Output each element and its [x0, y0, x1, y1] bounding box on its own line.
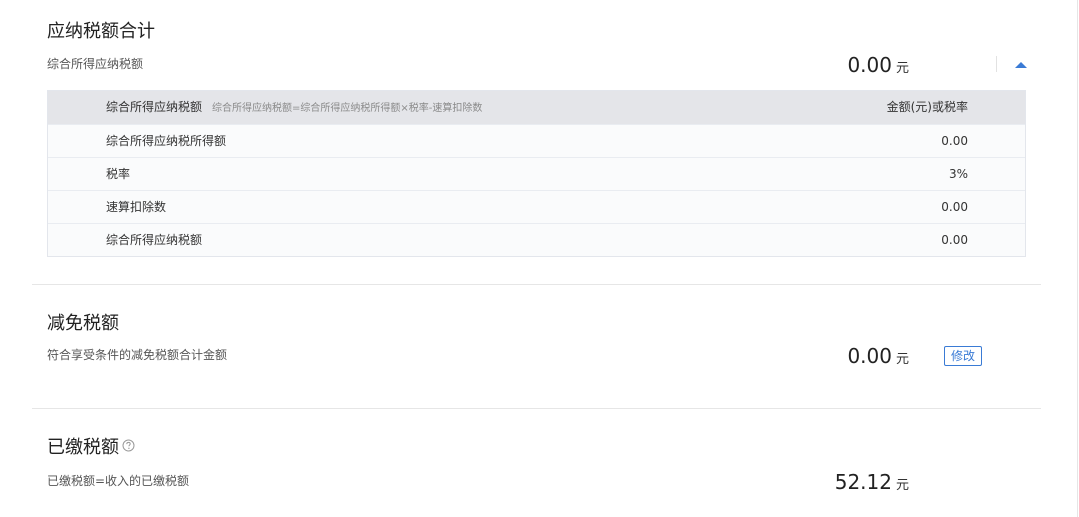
edit-reduction-button[interactable]: 修改: [944, 346, 982, 366]
breakdown-header-value: 金额(元)或税率: [886, 100, 968, 114]
table-row: 综合所得应纳税额 0.00: [48, 223, 1025, 256]
breakdown-row-name: 综合所得应纳税额: [106, 233, 203, 247]
paid-amount: 52.12 元: [835, 470, 909, 494]
table-row: 税率 3%: [48, 157, 1025, 190]
payable-amount: 0.00 元: [847, 53, 909, 77]
payable-amount-value: 0.00: [847, 53, 892, 77]
caret-up-icon: [1015, 62, 1027, 68]
breakdown-row-name: 税率: [106, 167, 131, 181]
amount-separator: [996, 56, 997, 72]
reduction-amount: 0.00 元: [847, 344, 909, 368]
payable-title: 应纳税额合计: [47, 21, 155, 42]
breakdown-header-formula: 综合所得应纳税额=综合所得应纳税所得额×税率-速算扣除数: [212, 103, 483, 114]
section-divider: [32, 408, 1041, 409]
payable-subtitle: 综合所得应纳税额: [47, 57, 144, 71]
paid-title: 已缴税额: [47, 436, 135, 460]
breakdown-row-value: 0.00: [941, 233, 968, 247]
breakdown-row-value: 0.00: [941, 200, 968, 214]
paid-subtitle: 已缴税额=收入的已缴税额: [47, 474, 190, 488]
breakdown-row-value: 3%: [948, 167, 968, 181]
help-circle-icon[interactable]: [122, 435, 135, 459]
table-row: 综合所得应纳税所得额 0.00: [48, 124, 1025, 157]
breakdown-row-name: 综合所得应纳税所得额: [106, 134, 227, 148]
collapse-breakdown-button[interactable]: [1012, 57, 1030, 71]
right-edge-line: [1077, 0, 1078, 517]
tax-summary-page: 应纳税额合计 综合所得应纳税额 0.00 元 综合所得应纳税额 综合所得应纳税额=综…: [0, 0, 1079, 517]
payable-amount-unit: 元: [895, 61, 909, 76]
breakdown-row-value: 0.00: [941, 134, 968, 148]
section-divider: [32, 284, 1041, 285]
reduction-amount-value: 0.00: [847, 344, 892, 368]
paid-title-text: 已缴税额: [47, 437, 119, 458]
payable-breakdown-table: 综合所得应纳税额 综合所得应纳税额=综合所得应纳税所得额×税率-速算扣除数 金额(…: [47, 90, 1026, 257]
reduction-amount-unit: 元: [895, 352, 909, 367]
table-row: 速算扣除数 0.00: [48, 190, 1025, 223]
reduction-subtitle: 符合享受条件的减免税额合计金额: [47, 348, 228, 362]
breakdown-header-name: 综合所得应纳税额 综合所得应纳税额=综合所得应纳税所得额×税率-速算扣除数: [106, 91, 482, 125]
breakdown-header-row: 综合所得应纳税额 综合所得应纳税额=综合所得应纳税所得额×税率-速算扣除数 金额(…: [48, 91, 1025, 124]
reduction-title: 减免税额: [47, 313, 119, 334]
breakdown-row-name: 速算扣除数: [106, 200, 167, 214]
paid-amount-unit: 元: [895, 478, 909, 493]
paid-amount-value: 52.12: [834, 470, 892, 494]
breakdown-header-label: 综合所得应纳税额: [106, 100, 203, 114]
